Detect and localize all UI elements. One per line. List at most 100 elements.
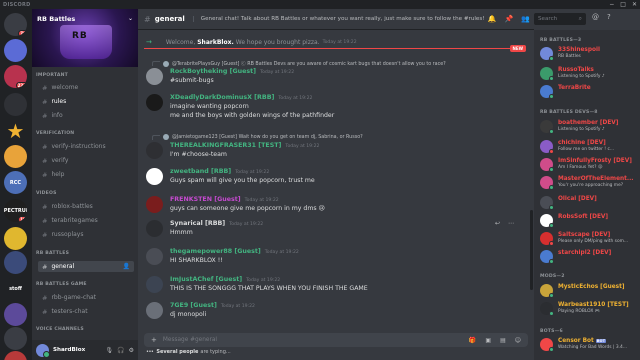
channel-testers-chat[interactable]: # testers-chat (38, 306, 134, 317)
channel-rules[interactable]: # rules (38, 96, 134, 107)
avatar[interactable] (146, 94, 163, 111)
server-banner[interactable]: RB RB Battles ⌄ (32, 9, 138, 67)
message[interactable]: RockBoytheking [Guest] Today at 19:22 #sub… (146, 68, 526, 87)
server-icon[interactable] (4, 327, 27, 350)
add-member-icon[interactable]: 👤 (123, 263, 130, 270)
member-item[interactable]: RobsSoft [DEV] (540, 212, 640, 230)
category-rb-battles-game[interactable]: RB BATTLES GAME (36, 282, 87, 287)
headphones-icon[interactable]: 🎧 (117, 347, 124, 354)
server-icon[interactable]: stoff (4, 277, 27, 300)
avatar[interactable] (146, 302, 163, 319)
channel-info[interactable]: # info (38, 110, 134, 121)
message-author[interactable]: XDeadlyDarkDominusX [RBB] (170, 94, 274, 101)
channel-roblox-battles[interactable]: # roblox-battles (38, 201, 134, 212)
message-author[interactable]: THEREALKINGFRASER31 [TEST] (170, 142, 281, 149)
message-author[interactable]: zweetband [RBB] (170, 168, 231, 175)
avatar[interactable] (146, 196, 163, 213)
category-important[interactable]: IMPORTANT (36, 73, 68, 78)
member-item[interactable]: boathember [DEV] Listening to Spotify ♪ (540, 118, 640, 136)
avatar[interactable] (146, 248, 163, 265)
member-item[interactable]: 33Shinespoil RB Battles (540, 45, 640, 63)
microphone-icon[interactable]: 🎙 (106, 347, 114, 354)
upload-plus-icon[interactable]: + (151, 336, 157, 344)
server-icon[interactable]: 221 (4, 65, 27, 88)
member-item[interactable]: Olicai [DEV] (540, 194, 640, 212)
message-input[interactable]: + Message #general 🎁 ▣ ▤ ☺ (144, 333, 528, 347)
more-icon[interactable]: ⋯ (508, 220, 514, 227)
channel-verify[interactable]: # verify (38, 155, 134, 166)
category-verification[interactable]: VERIFICATION (36, 131, 74, 136)
server-icon[interactable]: RCC (4, 171, 27, 194)
message-author[interactable]: thegamepower88 [Guest] (170, 248, 261, 255)
server-icon[interactable] (4, 227, 27, 250)
avatar[interactable] (146, 68, 163, 85)
member-item[interactable]: Warbeast1910 [TEST] Playing ROBLOX 🎮 (540, 300, 640, 318)
message-author[interactable]: ImJustAChef [Guest] (170, 276, 242, 283)
scrollbar[interactable] (530, 210, 533, 290)
welcome-name[interactable]: SharkBlox. (197, 39, 234, 46)
mention-icon[interactable]: @ (592, 13, 599, 21)
message[interactable]: THEREALKINGFRASER31 [TEST] Today at 19:22… (146, 142, 526, 161)
category-videos[interactable]: VIDEOS (36, 191, 57, 196)
server-icon[interactable]: ★ (4, 119, 27, 142)
server-icon[interactable] (4, 351, 27, 360)
channel-welcome[interactable]: # welcome (38, 82, 134, 93)
member-item[interactable]: chichine [DEV] Follow me on twitter ! c..… (540, 138, 640, 156)
sticker-icon[interactable]: ▤ (500, 337, 506, 344)
category-rb-battles[interactable]: RB BATTLES (36, 251, 69, 256)
member-item[interactable]: Censor Bot BOT Watching For Bad Words | 3.… (540, 336, 640, 354)
channel-help[interactable]: # help (38, 169, 134, 180)
member-item[interactable]: ImSinfullyFrosty [DEV] Am I Famous Yet? 😜 (540, 156, 640, 174)
server-icon[interactable]: 76 (4, 13, 27, 36)
server-icon[interactable] (4, 93, 27, 116)
avatar[interactable] (146, 276, 163, 293)
search-input[interactable]: Search ⌕ (534, 13, 586, 25)
channel-terabritegames[interactable]: # terabritegames (38, 215, 134, 226)
minimize-icon[interactable]: − (609, 0, 614, 9)
category-voice-channels[interactable]: VOICE CHANNELS (36, 327, 84, 332)
message[interactable]: ImJustAChef [Guest] Today at 19:22 THIS IS… (146, 276, 526, 295)
message-author[interactable]: 7GE9 [Guest] (170, 302, 217, 309)
member-item[interactable]: TerraBrite (540, 83, 640, 101)
message-author[interactable]: FRENKSTEN [Guest] (170, 196, 241, 203)
message-author[interactable]: Synarical [RBB] (170, 220, 225, 227)
channel-russoplays[interactable]: # russoplays (38, 229, 134, 240)
bell-icon[interactable]: 🔔 (488, 15, 497, 23)
maximize-icon[interactable]: □ (620, 0, 626, 9)
avatar[interactable] (146, 168, 163, 185)
message[interactable]: Synarical [RBB] Today at 19:22 Hmmm ↩ ⋯ (146, 220, 526, 239)
gift-icon[interactable]: 🎁 (469, 337, 476, 344)
channel-general[interactable]: # general 👤 (38, 261, 134, 272)
emoji-icon[interactable]: ☺ (515, 337, 521, 344)
server-icon[interactable] (4, 303, 27, 326)
member-item[interactable]: Saltscape [DEV] Please only DM/ping with … (540, 230, 640, 248)
members-icon[interactable]: 👥 (521, 15, 530, 23)
channel-topic[interactable]: General chat! Talk about RB Battles or w… (192, 16, 485, 22)
message[interactable]: thegamepower88 [Guest] Today at 19:22 HI S… (146, 248, 526, 267)
reply-icon[interactable]: ↩ (495, 220, 500, 227)
message[interactable]: XDeadlyDarkDominusX [RBB] Today at 19:22 i… (146, 94, 526, 122)
pin-icon[interactable]: 📌 (505, 15, 514, 23)
gif-icon[interactable]: ▣ (485, 337, 491, 344)
server-icon[interactable] (4, 39, 27, 62)
server-icon[interactable]: SPECTRUM 19 (4, 199, 27, 222)
channel-rbb-game-chat[interactable]: # rbb-game-chat (38, 292, 134, 303)
avatar[interactable] (36, 343, 50, 358)
message[interactable]: FRENKSTEN [Guest] Today at 19:22 guys can … (146, 196, 526, 215)
avatar[interactable] (146, 142, 163, 159)
member-item[interactable]: RussoTalks Listening to Spotify ♪ (540, 65, 640, 83)
reply-preview[interactable]: @TerabritePlaysGuy [Guest] ⓒ RB Battles … (152, 60, 446, 67)
member-item[interactable]: MysticEchos [Guest] (540, 282, 640, 300)
message[interactable]: 7GE9 [Guest] Today at 19:22 dj monopoli (146, 302, 526, 321)
avatar[interactable] (146, 220, 163, 237)
message[interactable]: zweetband [RBB] Today at 19:22 Guys spam w… (146, 168, 526, 187)
reply-preview[interactable]: @Jamietogame123 [Guest] Wait how do you … (152, 134, 363, 140)
message-author[interactable]: RockBoytheking [Guest] (170, 68, 256, 75)
server-icon[interactable] (4, 145, 27, 168)
member-item[interactable]: MasterOfTheElement... You'r you're approa… (540, 174, 640, 192)
chevron-down-icon[interactable]: ⌄ (128, 15, 133, 22)
close-icon[interactable]: ✕ (632, 0, 637, 9)
channel-verify-instructions[interactable]: # verify-instructions (38, 141, 134, 152)
gear-icon[interactable]: ⚙ (129, 347, 134, 354)
server-icon[interactable] (4, 251, 27, 274)
